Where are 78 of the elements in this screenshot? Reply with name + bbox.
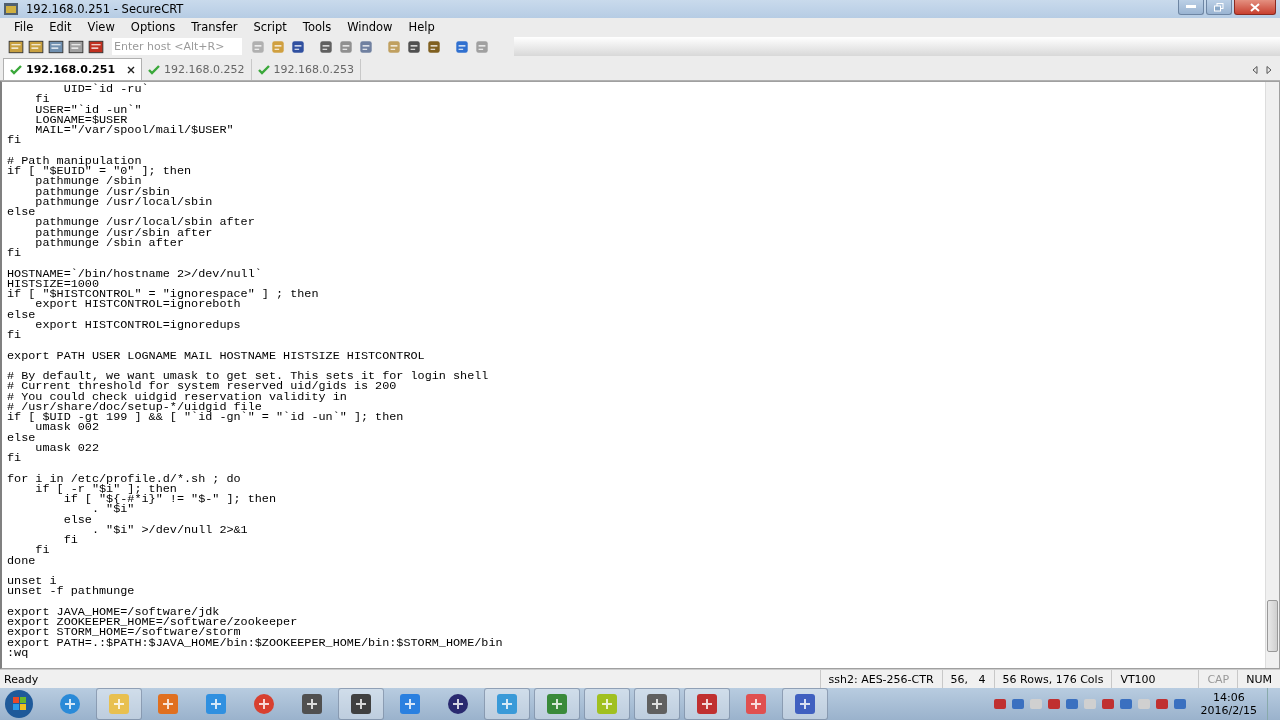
terminal-line: umask 002: [35, 422, 101, 433]
terminal-line: if [ "$EUID" = "0" ]; then: [7, 166, 193, 177]
terminal-line: export JAVA_HOME=/software/jdk: [7, 606, 220, 617]
terminal-line: UID=`id -ru`: [62, 84, 150, 95]
terminal-line: # You could check uidgid reservation validity in: [7, 391, 348, 402]
terminal-line: pathmunge /usr/local/sbin after: [34, 217, 256, 228]
terminal-line: pathmunge /usr/local/sbin: [35, 196, 214, 207]
terminal-line: else: [7, 309, 36, 320]
menu-item[interactable]: Options: [122, 20, 184, 34]
terminal-line: pathmunge /usr/sbin: [34, 186, 170, 197]
terminal-line: # /usr/share/doc/setup-*/uidgid file: [7, 401, 263, 412]
clock-date: 2016/2/15: [1200, 704, 1257, 717]
terminal-line: . "$i" >/dev/null 2>&1: [91, 524, 249, 535]
terminal-line: umask 022: [35, 442, 101, 453]
terminal-line: HOSTNAME=`/bin/hostname 2>/dev/null`: [7, 268, 263, 279]
terminal-line: fi: [7, 453, 23, 464]
terminal-line: pathmunge /usr/sbin after: [34, 227, 214, 238]
terminal-line: USER="`id -un`": [34, 104, 143, 115]
terminal-line: fi: [7, 248, 23, 259]
terminal-line: # Current threshold for system reserved uid/gids is 200: [7, 381, 398, 392]
terminal-line: pathmunge /sbin: [34, 176, 142, 187]
terminal-line: LOGNAME=$USER: [34, 114, 128, 125]
scroll-left-icon[interactable]: [1252, 66, 1258, 74]
session-tab[interactable]: 192.168.0.252: [142, 59, 252, 80]
restore-button[interactable]: [1206, 0, 1232, 15]
scrollbar[interactable]: [1265, 82, 1279, 668]
terminal-line: # By default, we want umask to get set. This sets it for login shell: [7, 371, 490, 382]
start-button[interactable]: [4, 689, 34, 719]
terminal-line: done: [7, 555, 37, 566]
session-tab[interactable]: 192.168.0.251: [3, 58, 143, 80]
terminal-line: else: [7, 432, 36, 443]
terminal-line: if [ $UID -gt 199 ] && [ "`id -gn`" = "`id -un`" ]; then: [7, 412, 405, 423]
terminal-line: fi: [35, 545, 51, 556]
session-tab[interactable]: 192.168.0.253: [251, 59, 362, 80]
close-tab-icon[interactable]: [127, 65, 136, 74]
terminal-line: if [ -r "$i" ]; then: [34, 483, 177, 494]
terminal-line: HISTSIZE=1000: [7, 278, 100, 289]
terminal-line: export ZOOKEEPER_HOME=/software/zookeeper: [7, 617, 299, 628]
menu-item[interactable]: Edit: [41, 20, 80, 34]
terminal-line: for i in /etc/profile.d/*.sh ; do: [7, 473, 242, 484]
terminal-line: else: [7, 207, 36, 218]
terminal-line: unset i: [7, 576, 57, 587]
terminal-line: export HISTCONTROL=ignoredups: [35, 319, 242, 330]
terminal-line: export PATH USER LOGNAME MAIL HOSTNAME HISTSIZE HISTCONTROL: [7, 350, 426, 361]
terminal-line: export PATH=.:$PATH:$JAVA_HOME/bin:$ZOOKEEPER_HOME/bin:$STORM_HOME/bin: [7, 637, 504, 648]
terminal-line: unset -f pathmunge: [7, 586, 136, 597]
restore-icon: [1214, 2, 1224, 12]
terminal-line: MAIL="/var/spool/mail/$USER": [34, 125, 235, 136]
terminal-line: if [ "$HISTCONTROL" = "ignorespace" ] ; then: [7, 289, 320, 300]
terminal-line: else: [62, 514, 93, 525]
scroll-right-icon[interactable]: [1266, 66, 1272, 74]
terminal-line: . "$i": [91, 504, 135, 515]
minimize-button[interactable]: [1178, 0, 1204, 15]
terminal-line: if [ "${-#*i}" != "$-" ]; then: [62, 494, 277, 505]
terminal-line: export STORM_HOME=/software/storm: [7, 627, 241, 638]
close-button[interactable]: [1234, 0, 1276, 15]
terminal-line: pathmunge /sbin after: [34, 237, 184, 248]
menu-item[interactable]: Tools: [294, 20, 340, 34]
terminal-line: :wq: [7, 647, 29, 658]
menu-item[interactable]: Script: [245, 20, 295, 34]
terminal-line: fi: [7, 330, 23, 341]
host-field[interactable]: Enter host <Alt+R>: [112, 38, 242, 55]
clock-time: 14:06: [1212, 691, 1245, 704]
window-title: 192.168.0.251 - SecureCRT: [26, 2, 184, 16]
terminal-line: fi: [62, 535, 79, 546]
menu-item[interactable]: View: [79, 20, 123, 34]
close-icon: [1250, 2, 1260, 12]
scrollbar-thumb[interactable]: [1267, 600, 1278, 652]
terminal-line: export HISTCONTROL=ignoreboth: [35, 299, 241, 310]
terminal-line: # Path manipulation: [7, 155, 143, 166]
terminal-line: fi: [7, 135, 23, 146]
menu-item[interactable]: Help: [400, 20, 443, 34]
status-message: Ready: [3, 671, 40, 688]
menu-item[interactable]: Window: [339, 20, 401, 34]
menu-item[interactable]: File: [6, 20, 42, 34]
menu-item[interactable]: Transfer: [183, 20, 246, 34]
minimize-icon: [1186, 5, 1196, 9]
terminal-line: fi: [34, 94, 50, 105]
